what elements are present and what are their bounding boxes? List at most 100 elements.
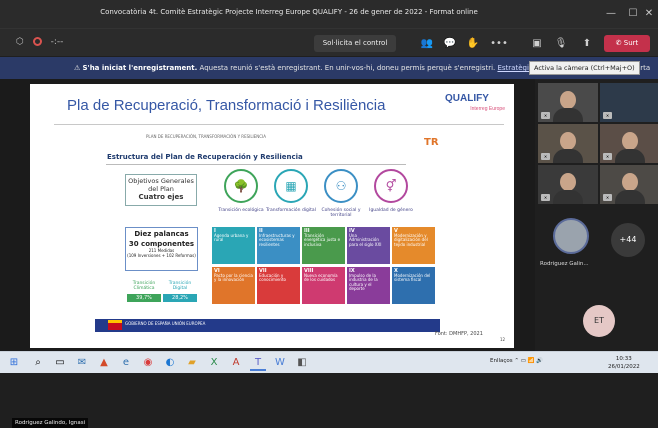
participant-tile[interactable]: ✕ — [538, 165, 598, 204]
teams-icon[interactable]: T — [250, 355, 266, 371]
footer-logos: GOBIERNO DE ESPAÑA UNIÓN EUROPEA — [125, 321, 206, 326]
lever-cell: VIII Nueva economía de los cuidados — [302, 267, 345, 304]
levers-title: Diez palancas — [134, 230, 189, 238]
participant-tile[interactable]: ✕ — [600, 83, 658, 122]
folder-icon[interactable]: ▰ — [184, 355, 200, 371]
spain-flag-icon — [108, 320, 122, 330]
clock[interactable]: 10:33 26/01/2022 — [608, 355, 640, 371]
lever-text: Infraestructuras y ecosistemas resilient… — [259, 232, 295, 247]
slide-page-number: 12 — [500, 337, 506, 342]
lever-cell: IV Una Administración para el siglo XXI — [347, 227, 390, 264]
edge-new-icon[interactable]: ◐ — [162, 355, 178, 371]
mic-muted-icon: ✕ — [603, 153, 612, 160]
banner-message: Aquesta reunió s'està enregistrant. En u… — [199, 64, 496, 72]
transition-pct-1: 39,7% — [127, 294, 161, 302]
participant-tile[interactable]: ✕ — [538, 124, 598, 163]
logo-subtext: Interreg Europe — [470, 106, 505, 112]
objectives-line3: Cuatro ejes — [138, 193, 184, 201]
lever-cell: VI Pacto por la ciencia y la innovación — [212, 267, 255, 304]
cohesion-icon: ⚇ — [324, 169, 358, 203]
lever-cell: III Transición energética justa e inclusi… — [302, 227, 345, 264]
windows-start-icon[interactable]: ⊞ — [6, 355, 22, 371]
camera-tooltip: Activa la càmera (Ctrl+Maj+O) — [529, 61, 640, 75]
tree-icon: 🌳 — [224, 169, 258, 203]
participant-tile[interactable]: ✕ — [538, 83, 598, 122]
app-icon[interactable]: ◧ — [294, 355, 310, 371]
clock-time: 10:33 — [615, 356, 632, 362]
lever-cell: VII Educación y conocimiento — [257, 267, 300, 304]
mic-off-icon[interactable]: 🎙 — [552, 35, 570, 52]
lever-text: Pacto por la ciencia y la innovación — [214, 272, 253, 282]
more-options-icon[interactable]: ••• — [490, 35, 508, 52]
levers-box: Diez palancas 30 componentes 211 Medidas… — [125, 227, 198, 271]
shield-icon[interactable]: ⬡ — [16, 37, 24, 47]
levers-detail: (109 Inversiones + 102 Reformas) — [127, 253, 196, 258]
acrobat-icon[interactable]: ▲ — [96, 355, 112, 371]
excel-icon[interactable]: X — [206, 355, 222, 371]
edge-icon[interactable]: e — [118, 355, 134, 371]
request-control-button[interactable]: Sol·licita el control — [314, 35, 396, 52]
plan-small-header: PLAN DE RECUPERACIÓN, TRANSFORMACIÓN Y R… — [146, 134, 266, 139]
participant-tile[interactable]: ✕ — [600, 124, 658, 163]
participants-icon[interactable]: 👥 — [418, 35, 436, 52]
mic-muted-icon: ✕ — [603, 112, 612, 119]
levers-sub: 30 componentes — [128, 240, 195, 248]
structure-divider — [106, 164, 406, 165]
camera-off-icon[interactable]: ▣ — [528, 35, 546, 52]
warning-icon: ⚠ — [74, 64, 81, 72]
objectives-line2: del Plan — [148, 185, 174, 193]
chat-icon[interactable]: 💬 — [441, 35, 459, 52]
self-avatar[interactable]: ET — [583, 305, 615, 337]
leave-button[interactable]: ✆ Surt — [604, 35, 650, 52]
slide-source: Font: DMHFP, 2021 — [435, 331, 483, 337]
share-icon[interactable]: ⬆ — [578, 35, 596, 52]
outlook-icon[interactable]: ✉ — [74, 355, 90, 371]
toolbar-left: ⬡ -:-- — [16, 37, 69, 47]
transition-pct-2: 28,2% — [163, 294, 197, 302]
search-icon[interactable]: ⌕ — [30, 355, 46, 371]
links-label[interactable]: Enllaços — [490, 358, 513, 364]
axis-label-4: Igualdad de género — [369, 208, 413, 213]
task-view-icon[interactable]: ▭ — [52, 355, 68, 371]
lever-cell: II Infraestructuras y ecosistemas resilie… — [257, 227, 300, 264]
taskbar: ⊞ ⌕ ▭ ✉ ▲ e ◉ ◐ ▰ X A T W ◧ Enllaços ⌃ ▭… — [0, 351, 658, 373]
structure-title: Estructura del Plan de Recuperación y Re… — [107, 153, 303, 161]
window-titlebar: Convocatòria 4t. Comitè Estratègic Proje… — [0, 0, 658, 28]
meeting-timer: -:-- — [50, 37, 64, 47]
chrome-icon[interactable]: ◉ — [140, 355, 156, 371]
lever-cell: V Modernización y digitalización del teji… — [392, 227, 435, 264]
lever-text: Agenda urbana y rural — [214, 232, 249, 242]
lever-cell: X Modernización del sistema fiscal — [392, 267, 435, 304]
title-divider — [54, 124, 504, 125]
pdf-icon[interactable]: A — [228, 355, 244, 371]
meeting-toolbar: ⬡ -:-- Sol·licita el control 👥 💬 ✋ ••• ▣… — [0, 28, 658, 56]
presenter-name: Rodriguez Galindo, Ignasi — [12, 418, 89, 428]
lever-text: Nueva economía de los cuidados — [304, 272, 338, 282]
participant-tile[interactable]: ✕ — [600, 165, 658, 204]
system-tray: Enllaços ⌃ ▭ 📶 🔊 — [490, 358, 543, 364]
word-icon[interactable]: W — [272, 355, 288, 371]
axis-label-1: Transición ecológica — [218, 208, 264, 213]
tray-icons[interactable]: ⌃ ▭ 📶 🔊 — [514, 358, 543, 364]
slide-title: Pla de Recuperació, Transformació i Resi… — [67, 97, 386, 114]
recording-icon — [32, 37, 42, 46]
transition-label-1: Transición Climática — [132, 281, 156, 291]
leave-label: Surt — [623, 39, 639, 47]
presentation-slide: Pla de Recuperació, Transformació i Resi… — [30, 84, 514, 348]
axis-label-3: Cohesión social y territorial — [321, 208, 361, 218]
participant-avatar-name: Rodriguez Galin... — [540, 261, 589, 267]
mic-muted-icon: ✕ — [541, 153, 550, 160]
transition-label-2: Transición Digital — [168, 281, 192, 291]
lever-text: Una Administración para el siglo XXI — [349, 232, 382, 247]
tr-logo: TR — [424, 137, 439, 148]
close-button[interactable]: ✕ — [638, 4, 658, 24]
participant-avatar[interactable] — [553, 218, 589, 254]
lever-cell: I Agenda urbana y rural — [212, 227, 255, 264]
mic-muted-icon: ✕ — [541, 112, 550, 119]
objectives-line1: Objetivos Generales — [128, 177, 194, 185]
lever-text: Modernización y digitalización del tejid… — [394, 232, 428, 247]
digital-icon: ▦ — [274, 169, 308, 203]
more-participants-button[interactable]: +44 — [611, 223, 645, 257]
reactions-icon[interactable]: ✋ — [464, 35, 482, 52]
minimize-button[interactable]: — — [600, 4, 622, 24]
